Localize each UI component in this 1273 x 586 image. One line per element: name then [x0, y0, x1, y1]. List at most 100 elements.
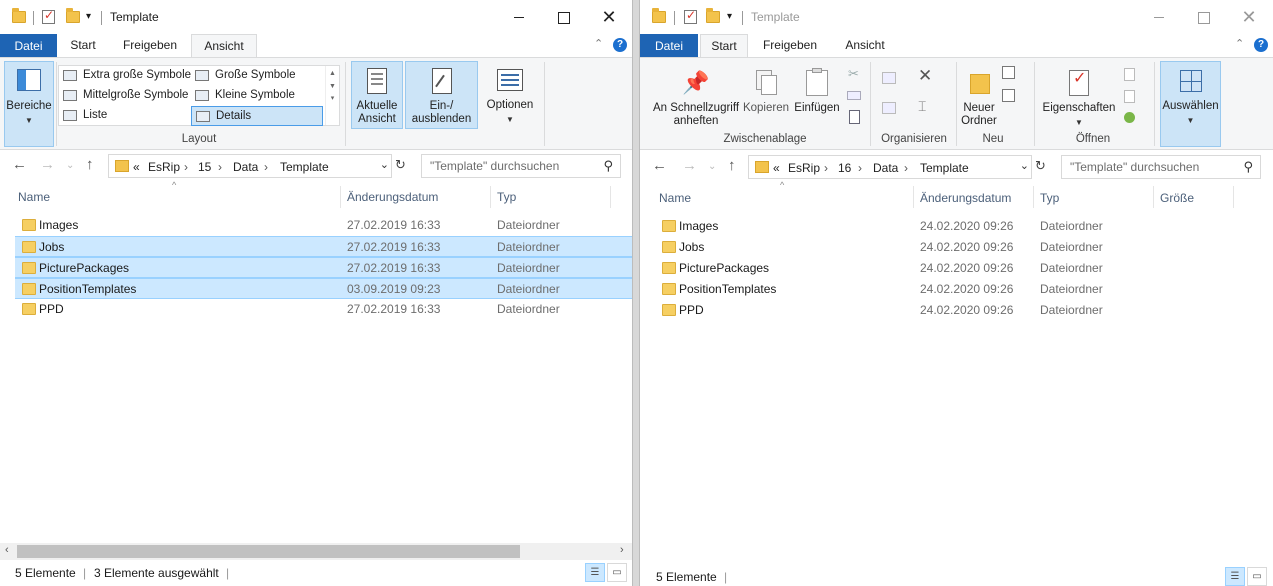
column-separator[interactable] [610, 186, 611, 208]
close-button[interactable]: ✕ [1226, 4, 1272, 30]
breadcrumb-template[interactable]: Template [920, 161, 969, 175]
help-icon[interactable]: ? [613, 38, 627, 52]
chevron-down-icon[interactable]: ⌄ [1020, 159, 1029, 172]
copy-button[interactable]: Kopieren [741, 64, 791, 119]
bereiche-button[interactable]: Bereiche ▼ [4, 61, 54, 147]
horizontal-scrollbar[interactable]: ‹ › [0, 543, 632, 560]
aktuelle-ansicht-button[interactable]: Aktuelle Ansicht [351, 61, 403, 129]
minimize-button[interactable] [496, 4, 542, 30]
column-header-date[interactable]: Änderungsdatum [920, 191, 1011, 205]
properties-button[interactable]: ✓ Eigenschaften ▼ [1040, 64, 1118, 130]
tab-start[interactable]: Start [700, 34, 748, 59]
new-item-icon[interactable] [1002, 66, 1015, 79]
forward-arrow-icon[interactable]: → [682, 157, 697, 174]
maximize-button[interactable] [540, 4, 586, 30]
tab-start[interactable]: Start [60, 34, 106, 58]
large-icons-view-icon[interactable]: ▭ [607, 563, 627, 582]
scroll-left-icon[interactable]: ‹ [5, 544, 9, 556]
tab-datei[interactable]: Datei [640, 34, 698, 58]
table-row[interactable]: PositionTemplates 24.02.2020 09:26 Datei… [655, 279, 1255, 300]
breadcrumb-15[interactable]: 15 [198, 160, 211, 174]
customize-quick-access-icon[interactable]: ▾ [727, 11, 732, 29]
breadcrumb-overflow[interactable]: « [133, 160, 140, 174]
maximize-button[interactable] [1180, 4, 1226, 30]
new-folder-button[interactable]: Neuer Ordner [958, 64, 1000, 130]
tab-freigeben[interactable]: Freigeben [752, 34, 828, 58]
copy-path-icon[interactable] [847, 91, 861, 100]
paste-shortcut-icon[interactable] [849, 110, 860, 124]
cut-icon[interactable]: ✂ [848, 66, 859, 82]
collapse-ribbon-icon[interactable]: ⌃ [1235, 37, 1244, 50]
column-separator[interactable] [1033, 186, 1034, 208]
column-separator[interactable] [1153, 186, 1154, 208]
optionen-button[interactable]: Optionen ▼ [482, 61, 538, 129]
column-header-type[interactable]: Typ [1040, 191, 1059, 205]
breadcrumb-template[interactable]: Template [280, 160, 329, 174]
scroll-right-icon[interactable]: › [620, 544, 624, 556]
back-arrow-icon[interactable]: ← [12, 156, 27, 173]
open-icon[interactable] [1124, 68, 1135, 81]
back-arrow-icon[interactable]: ← [652, 157, 667, 174]
address-bar[interactable]: « EsRip › 16 › Data › Template ⌄ [748, 155, 1032, 179]
breadcrumb-data[interactable]: Data [233, 160, 258, 174]
large-icons-view-icon[interactable]: ▭ [1247, 567, 1267, 586]
column-header-name[interactable]: Name [659, 191, 691, 205]
up-arrow-icon[interactable]: ↑ [86, 156, 94, 173]
copy-to-icon[interactable] [882, 102, 896, 114]
details-view-icon[interactable]: ☰ [585, 563, 605, 582]
table-row[interactable]: Images 27.02.2019 16:33 Dateiordner [15, 215, 632, 236]
scrollbar-thumb[interactable] [17, 545, 520, 558]
recent-locations-icon[interactable]: ⌄ [708, 161, 716, 172]
tab-ansicht[interactable]: Ansicht [832, 34, 898, 58]
search-input[interactable]: "Template" durchsuchen ⚲ [1061, 155, 1261, 179]
layout-medium-icons[interactable]: Mittelgroße Symbole [59, 86, 191, 105]
breadcrumb-16[interactable]: 16 [838, 161, 851, 175]
layout-list[interactable]: Liste [59, 106, 191, 125]
refresh-icon[interactable]: ↻ [395, 157, 406, 173]
edit-icon[interactable] [1124, 90, 1135, 103]
new-folder-quick-access-icon[interactable] [66, 8, 80, 23]
layout-small-icons[interactable]: Kleine Symbole [191, 86, 323, 105]
properties-quick-access-icon[interactable] [42, 8, 55, 24]
column-header-name[interactable]: Name [18, 190, 50, 204]
table-row[interactable]: Images 24.02.2020 09:26 Dateiordner [655, 216, 1255, 237]
column-header-type[interactable]: Typ [497, 190, 516, 204]
column-header-size[interactable]: Größe [1160, 191, 1194, 205]
layout-extra-large-icons[interactable]: Extra große Symbole [59, 66, 191, 85]
customize-quick-access-icon[interactable]: ▾ [86, 11, 91, 29]
breadcrumb-overflow[interactable]: « [773, 161, 780, 175]
move-to-icon[interactable] [882, 72, 896, 84]
collapse-ribbon-icon[interactable]: ⌃ [594, 37, 603, 50]
column-separator[interactable] [1233, 186, 1234, 208]
search-input[interactable]: "Template" durchsuchen ⚲ [421, 154, 621, 178]
table-row[interactable]: PicturePackages 24.02.2020 09:26 Dateior… [655, 258, 1255, 279]
chevron-down-icon[interactable]: ⌄ [380, 158, 389, 171]
table-row[interactable]: PPD 24.02.2020 09:26 Dateiordner [655, 300, 1255, 321]
help-icon[interactable]: ? [1254, 38, 1268, 52]
tab-ansicht[interactable]: Ansicht [191, 34, 257, 59]
history-icon[interactable] [1124, 112, 1135, 123]
layout-large-icons[interactable]: Große Symbole [191, 66, 323, 85]
column-header-date[interactable]: Änderungsdatum [347, 190, 438, 204]
layout-details[interactable]: Details [191, 106, 323, 126]
table-row[interactable]: Jobs 24.02.2020 09:26 Dateiordner [655, 237, 1255, 258]
tab-freigeben[interactable]: Freigeben [112, 34, 188, 58]
table-row[interactable]: Jobs 27.02.2019 16:33 Dateiordner [15, 236, 632, 257]
breadcrumb-data[interactable]: Data [873, 161, 898, 175]
tab-datei[interactable]: Datei [0, 34, 57, 58]
column-separator[interactable] [913, 186, 914, 208]
column-separator[interactable] [490, 186, 491, 208]
refresh-icon[interactable]: ↻ [1035, 158, 1046, 174]
recent-locations-icon[interactable]: ⌄ [66, 160, 74, 171]
gallery-scroll[interactable]: ▲ ▼ ▾ [325, 66, 339, 125]
up-arrow-icon[interactable]: ↑ [728, 157, 736, 174]
table-row[interactable]: PicturePackages 27.02.2019 16:33 Dateior… [15, 257, 632, 278]
column-separator[interactable] [340, 186, 341, 208]
minimize-button[interactable] [1136, 4, 1182, 30]
select-button[interactable]: Auswählen ▼ [1160, 61, 1221, 147]
address-bar[interactable]: « EsRip › 15 › Data › Template ⌄ [108, 154, 392, 178]
breadcrumb-esrip[interactable]: EsRip [148, 160, 180, 174]
table-row[interactable]: PositionTemplates 03.09.2019 09:23 Datei… [15, 278, 632, 299]
properties-quick-access-icon[interactable] [684, 8, 697, 24]
forward-arrow-icon[interactable]: → [40, 156, 55, 173]
